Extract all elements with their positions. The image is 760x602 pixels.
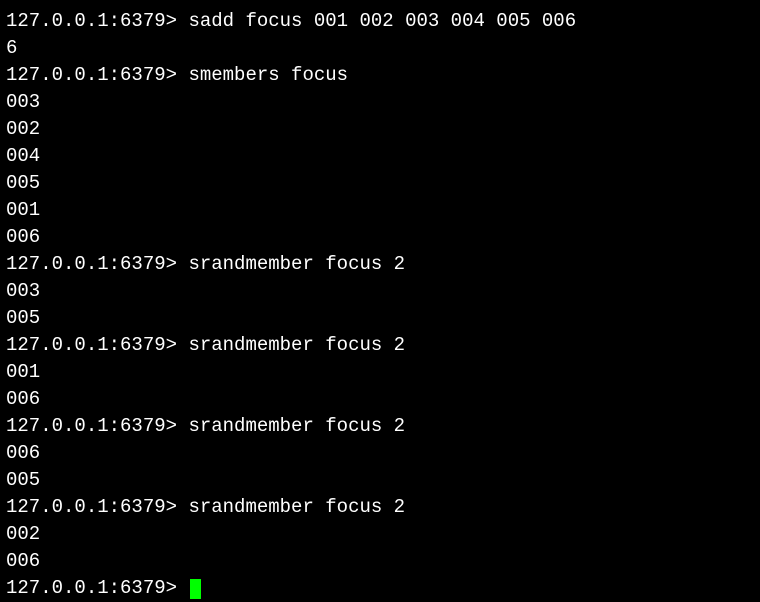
cursor-icon	[190, 579, 201, 599]
command-text: sadd focus 001 002 003 004 005 006	[188, 10, 576, 32]
output-line: 006	[6, 386, 754, 413]
prompt: 127.0.0.1:6379>	[6, 64, 188, 86]
output-line: 006	[6, 224, 754, 251]
prompt-line: 127.0.0.1:6379> srandmember focus 2	[6, 251, 754, 278]
prompt: 127.0.0.1:6379>	[6, 253, 188, 275]
command-text: srandmember focus 2	[188, 496, 405, 518]
output-line: 001	[6, 359, 754, 386]
terminal[interactable]: 127.0.0.1:6379> sadd focus 001 002 003 0…	[6, 8, 754, 602]
command-text: srandmember focus 2	[188, 334, 405, 356]
prompt-line: 127.0.0.1:6379> srandmember focus 2	[6, 494, 754, 521]
prompt-line: 127.0.0.1:6379> sadd focus 001 002 003 0…	[6, 8, 754, 35]
output-line: 005	[6, 170, 754, 197]
output-line: 005	[6, 305, 754, 332]
prompt-line: 127.0.0.1:6379> srandmember focus 2	[6, 413, 754, 440]
prompt-line: 127.0.0.1:6379> srandmember focus 2	[6, 332, 754, 359]
prompt: 127.0.0.1:6379>	[6, 575, 188, 602]
output-line: 004	[6, 143, 754, 170]
command-text: smembers focus	[188, 64, 348, 86]
output-line: 002	[6, 116, 754, 143]
output-line: 001	[6, 197, 754, 224]
prompt: 127.0.0.1:6379>	[6, 496, 188, 518]
output-line: 005	[6, 467, 754, 494]
output-line: 006	[6, 440, 754, 467]
prompt-line-active[interactable]: 127.0.0.1:6379>	[6, 575, 754, 602]
command-text: srandmember focus 2	[188, 253, 405, 275]
prompt: 127.0.0.1:6379>	[6, 334, 188, 356]
prompt-line: 127.0.0.1:6379> smembers focus	[6, 62, 754, 89]
output-line: 003	[6, 89, 754, 116]
command-text: srandmember focus 2	[188, 415, 405, 437]
output-line: 006	[6, 548, 754, 575]
output-line: 002	[6, 521, 754, 548]
prompt: 127.0.0.1:6379>	[6, 10, 188, 32]
output-line: 6	[6, 35, 754, 62]
output-line: 003	[6, 278, 754, 305]
prompt: 127.0.0.1:6379>	[6, 415, 188, 437]
